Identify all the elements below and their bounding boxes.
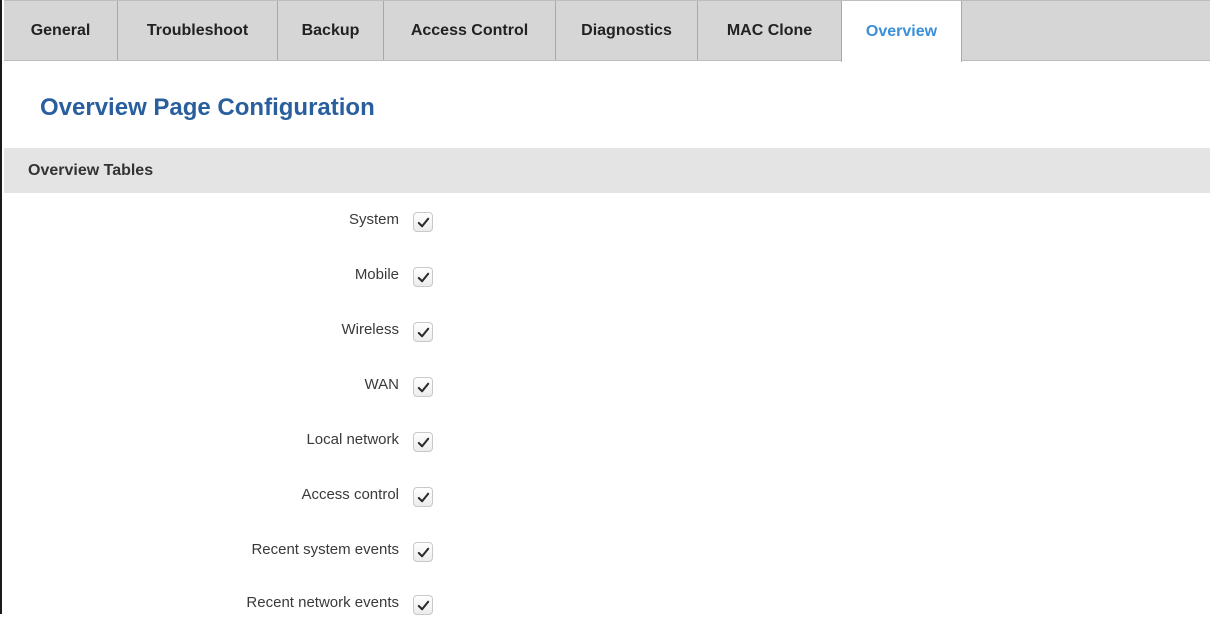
tab-troubleshoot[interactable]: Troubleshoot — [118, 1, 278, 60]
checkbox-recent-network-events[interactable] — [413, 595, 433, 615]
option-row-local-network: Local network — [2, 425, 1210, 455]
tab-bar: General Troubleshoot Backup Access Contr… — [4, 0, 1210, 62]
checkbox-wireless[interactable] — [413, 322, 433, 342]
tab-access-control-label: Access Control — [410, 21, 529, 39]
option-row-access-control: Access control — [2, 480, 1210, 510]
checkbox-mobile[interactable] — [413, 267, 433, 287]
option-label-recent-system-events: Recent system events — [251, 541, 399, 558]
checkmark-icon — [417, 600, 430, 611]
checkmark-icon — [417, 437, 430, 448]
option-row-recent-system-events: Recent system events — [2, 535, 1210, 565]
tab-troubleshoot-label: Troubleshoot — [146, 21, 249, 39]
option-row-wireless: Wireless — [2, 315, 1210, 345]
option-label-recent-network-events: Recent network events — [246, 594, 399, 611]
option-row-system: System — [2, 205, 1210, 235]
option-label-local-network: Local network — [306, 431, 399, 448]
tab-diagnostics[interactable]: Diagnostics — [556, 1, 698, 60]
option-row-wan: WAN — [2, 370, 1210, 400]
checkbox-local-network[interactable] — [413, 432, 433, 452]
checkmark-icon — [417, 217, 430, 228]
checkbox-access-control[interactable] — [413, 487, 433, 507]
page-title: Overview Page Configuration — [40, 94, 375, 121]
checkmark-icon — [417, 492, 430, 503]
tab-mac-clone[interactable]: MAC Clone — [698, 1, 842, 60]
checkmark-icon — [417, 272, 430, 283]
checkmark-icon — [417, 547, 430, 558]
option-label-wireless: Wireless — [341, 321, 399, 338]
option-label-wan: WAN — [364, 376, 399, 393]
tab-diagnostics-label: Diagnostics — [581, 21, 672, 39]
option-label-mobile: Mobile — [354, 266, 399, 283]
tab-access-control[interactable]: Access Control — [384, 1, 556, 60]
option-row-mobile: Mobile — [2, 260, 1210, 290]
tab-mac-clone-label: MAC Clone — [726, 21, 813, 39]
section-title: Overview Tables — [28, 161, 154, 179]
checkbox-wan[interactable] — [413, 377, 433, 397]
tab-backup-label: Backup — [301, 21, 360, 39]
checkbox-recent-system-events[interactable] — [413, 542, 433, 562]
tab-overview[interactable]: Overview — [841, 1, 962, 62]
checkmark-icon — [417, 382, 430, 393]
option-label-system: System — [348, 211, 399, 228]
tab-general[interactable]: General — [4, 1, 118, 60]
tab-backup[interactable]: Backup — [278, 1, 384, 60]
option-label-access-control: Access control — [301, 486, 399, 503]
section-header: Overview Tables — [4, 148, 1210, 193]
tab-overview-label: Overview — [865, 22, 938, 40]
checkbox-system[interactable] — [413, 212, 433, 232]
page-frame: General Troubleshoot Backup Access Contr… — [0, 0, 1210, 615]
tab-general-label: General — [30, 21, 91, 39]
checkmark-icon — [417, 327, 430, 338]
